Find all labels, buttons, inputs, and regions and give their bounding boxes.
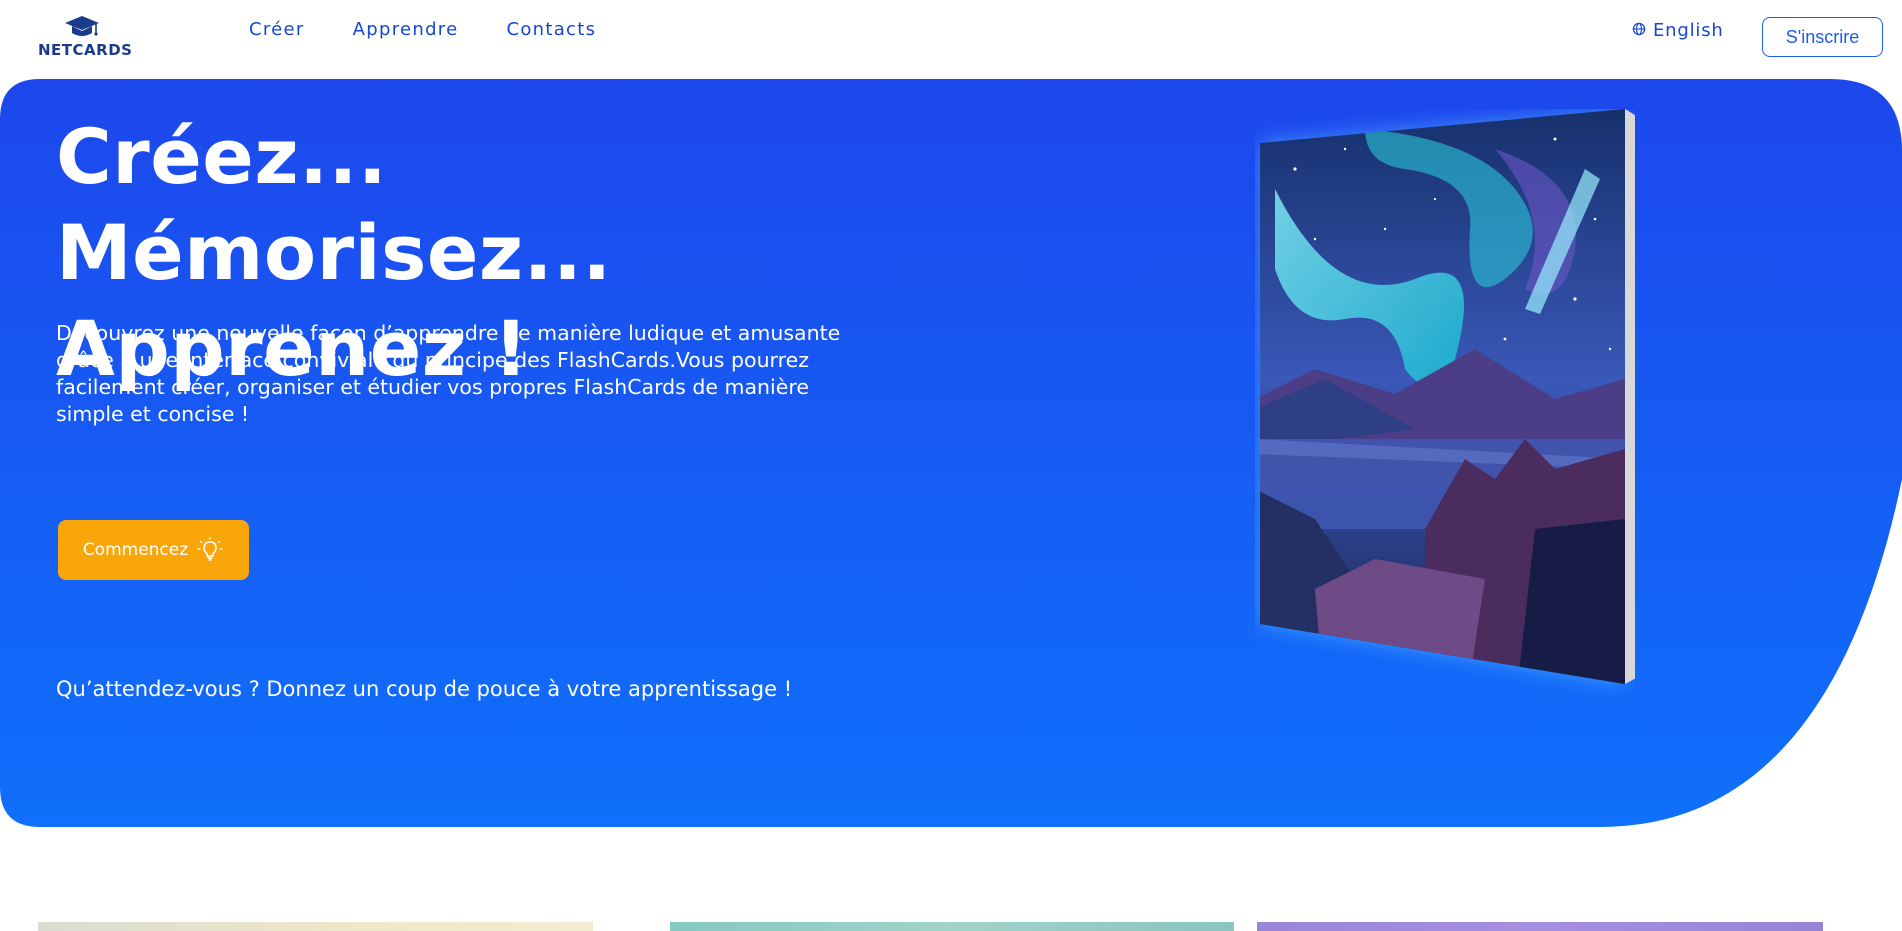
- nav-item-apprendre[interactable]: Apprendre: [353, 19, 459, 40]
- flashcard-book-illustration: [1260, 109, 1635, 684]
- feature-card-1-image: [38, 922, 593, 931]
- start-button-label: Commencez: [82, 540, 189, 560]
- start-button[interactable]: Commencez: [58, 520, 249, 580]
- hero-section: Créez... Mémorisez... Apprenez ! Découvr…: [0, 79, 1902, 827]
- feature-card-3-image: [1257, 922, 1823, 931]
- language-switcher[interactable]: English: [1632, 20, 1724, 41]
- logo-wordmark: NETCARDS: [38, 41, 133, 59]
- language-label: English: [1653, 20, 1724, 41]
- lightbulb-icon: [197, 537, 223, 561]
- main-nav: Créer Apprendre Contacts: [249, 19, 596, 40]
- nav-item-creer[interactable]: Créer: [249, 19, 305, 40]
- signup-button[interactable]: S'inscrire: [1762, 17, 1883, 57]
- hero-title-line1: Créez... Mémorisez...: [56, 112, 612, 297]
- netcards-logo[interactable]: NETCARDS: [38, 14, 133, 60]
- hero-description: Découvrez une nouvelle façon d’apprendre…: [56, 321, 841, 426]
- hero-tagline: Qu’attendez-vous ? Donnez un coup de pou…: [56, 677, 793, 701]
- graduation-cap-icon: [65, 16, 99, 36]
- feature-card-2-image: [670, 922, 1234, 931]
- top-header: NETCARDS Créer Apprendre Contacts Englis…: [0, 0, 1902, 79]
- globe-icon: [1632, 22, 1646, 35]
- nav-item-contacts[interactable]: Contacts: [506, 19, 596, 40]
